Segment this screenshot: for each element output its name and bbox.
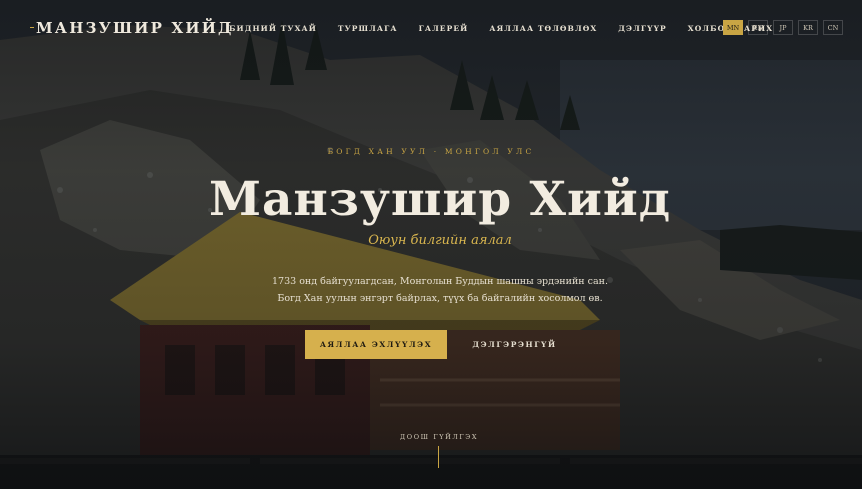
start-journey-button[interactable]: АЯЛЛАА ЭХЛҮҮЛЭХ — [305, 330, 447, 359]
lang-button-cn[interactable]: CN — [823, 20, 843, 35]
hero-eyebrow: БОГД ХАН УУЛ · МОНГОЛ УЛС — [327, 147, 535, 156]
lang-button-en[interactable]: EN — [748, 20, 768, 35]
lang-button-mn[interactable]: MN — [723, 20, 743, 35]
scroll-indicator-line — [438, 446, 439, 468]
nav-item-shop[interactable]: ДЭЛГҮҮР — [618, 24, 667, 33]
nav-item-experience[interactable]: ТУРШЛАГА — [338, 24, 398, 33]
learn-more-button[interactable]: ДЭЛГЭРЭНГҮЙ — [467, 330, 562, 359]
hero-title: Манзушир Хийд — [208, 172, 672, 227]
language-switcher: MN EN JP KR CN — [723, 20, 843, 35]
lang-button-jp[interactable]: JP — [773, 20, 793, 35]
hero-description-line-1: 1733 онд байгуулагдсан, Монголын Буддын … — [272, 276, 608, 287]
brand-accent-mark — [30, 27, 34, 28]
nav-item-about[interactable]: БИДНИЙ ТУХАЙ — [229, 24, 317, 33]
lang-button-kr[interactable]: KR — [798, 20, 818, 35]
hero-description: 1733 онд байгуулагдсан, Монголын Буддын … — [0, 273, 862, 307]
hero-section: МАНЗУШИР ХИЙД БИДНИЙ ТУХАЙ ТУРШЛАГА ГАЛЕ… — [0, 0, 862, 489]
nav-item-gallery[interactable]: ГАЛЕРЕЙ — [419, 24, 469, 33]
main-menu: БИДНИЙ ТУХАЙ ТУРШЛАГА ГАЛЕРЕЙ АЯЛЛАА ТӨЛ… — [229, 24, 794, 33]
top-navigation: МАНЗУШИР ХИЙД БИДНИЙ ТУХАЙ ТУРШЛАГА ГАЛЕ… — [0, 0, 862, 54]
hero-description-line-2: Богд Хан уулын энгэрт байрлах, түүх ба б… — [277, 293, 603, 304]
hero-subtitle: Оюун билгийн аялал — [368, 233, 512, 248]
scroll-down-link[interactable]: ДООШ ГҮЙЛГЭХ — [0, 433, 862, 441]
brand-logo-text[interactable]: МАНЗУШИР ХИЙД — [36, 19, 234, 37]
nav-item-plan-trip[interactable]: АЯЛЛАА ТӨЛӨВЛӨХ — [489, 24, 597, 33]
